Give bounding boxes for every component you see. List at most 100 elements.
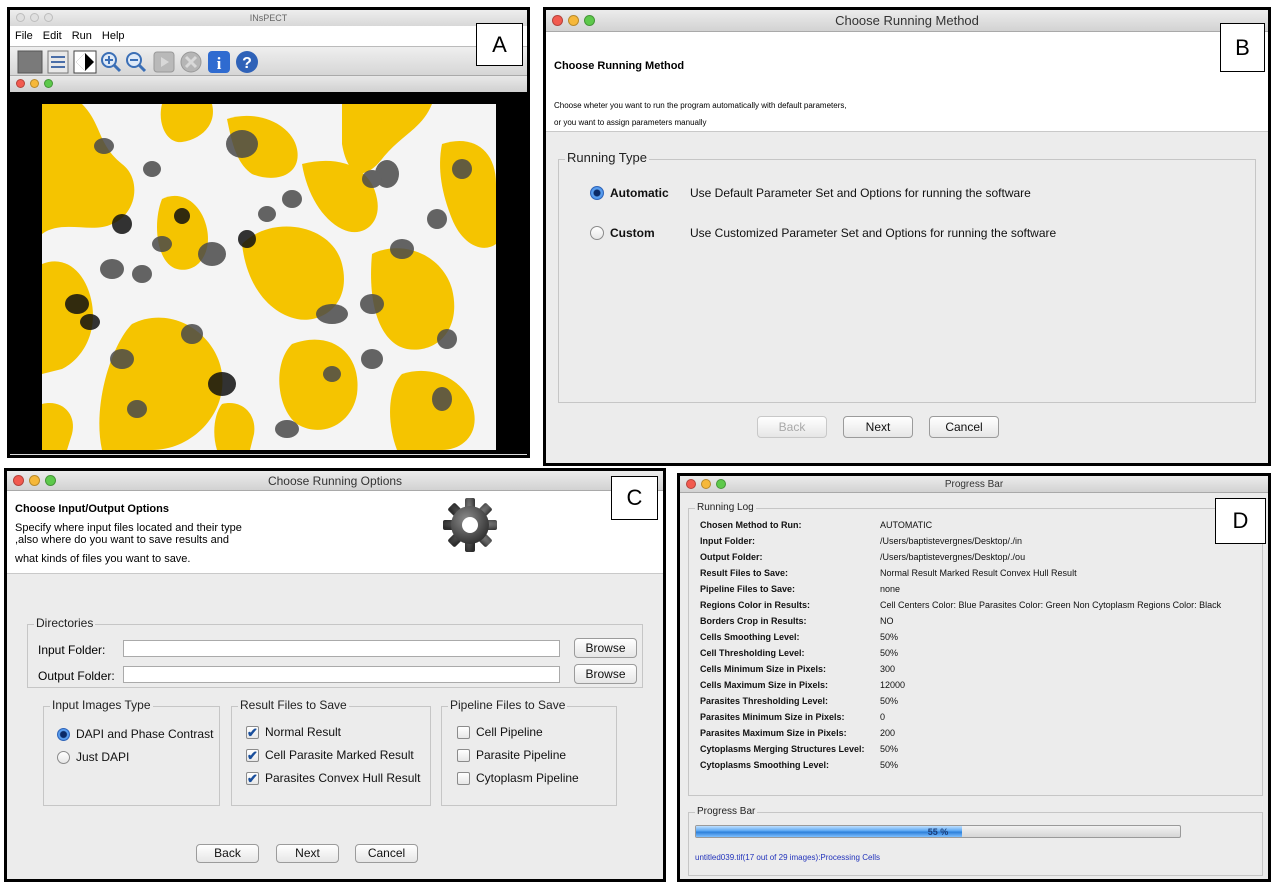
group-title: Running Log (695, 502, 756, 513)
next-button[interactable]: Next (843, 416, 913, 438)
option-cell-pipeline[interactable]: Cell Pipeline (457, 725, 543, 739)
input-browse-button[interactable]: Browse (574, 638, 637, 658)
panel-letter: D (1215, 498, 1266, 544)
output-browse-button[interactable]: Browse (574, 664, 637, 684)
minimize-light-icon[interactable] (30, 79, 39, 88)
window-title: INsPECT (249, 13, 288, 23)
checkbox-normal-result[interactable]: ✔ (246, 725, 259, 739)
zoom-light-icon[interactable] (44, 79, 53, 88)
zoom-light-icon[interactable] (716, 479, 726, 489)
menu-help[interactable]: Help (102, 26, 125, 46)
option-label: DAPI and Phase Contrast (76, 727, 214, 741)
option-cytoplasm-pipeline[interactable]: Cytoplasm Pipeline (457, 771, 579, 785)
stop-icon[interactable] (180, 51, 202, 73)
header-area: Choose Input/Output Options Specify wher… (7, 491, 663, 574)
menu-edit[interactable]: Edit (43, 26, 62, 46)
option-label: Custom (610, 226, 655, 240)
minimize-light-icon[interactable] (568, 15, 579, 26)
description-line-1: Choose wheter you want to run the progra… (554, 101, 847, 110)
option-description: Use Default Parameter Set and Options fo… (690, 186, 1031, 200)
option-normal-result[interactable]: ✔ Normal Result (246, 725, 341, 739)
back-button[interactable]: Back (757, 416, 827, 438)
checkbox-cell-pipeline[interactable] (457, 725, 470, 739)
group-title: Running Type (565, 150, 649, 165)
close-light-icon[interactable] (552, 15, 563, 26)
inspect-titlebar: INsPECT (10, 10, 527, 26)
window-title: Choose Running Options (267, 474, 403, 488)
option-automatic[interactable]: Automatic Use Default Parameter Set and … (590, 186, 1031, 200)
minimize-light-icon[interactable] (701, 479, 711, 489)
progress-bar: 55 % (695, 825, 1181, 838)
progress-status: untitled039.tif(17 out of 29 images):Pro… (695, 853, 880, 862)
svg-text:i: i (217, 54, 222, 73)
panel-letter: B (1220, 23, 1265, 72)
description-line-2: or you want to assign parameters manuall… (554, 118, 707, 127)
group-title: Pipeline Files to Save (448, 698, 568, 712)
contrast-icon[interactable] (73, 50, 97, 74)
next-button[interactable]: Next (276, 844, 339, 863)
minimize-light-icon[interactable] (29, 475, 40, 486)
window-title: Choose Running Method (835, 13, 979, 28)
run-icon[interactable] (153, 51, 175, 73)
close-light-icon[interactable] (16, 79, 25, 88)
toolbar-icons: i ? (17, 50, 258, 74)
checkbox-marked-result[interactable]: ✔ (246, 748, 259, 762)
cancel-button[interactable]: Cancel (929, 416, 999, 438)
window-titlebar: Progress Bar (680, 476, 1268, 493)
microscopy-image (42, 104, 496, 450)
checkbox-cytoplasm-pipeline[interactable] (457, 771, 470, 785)
option-label: Normal Result (265, 725, 342, 739)
close-light-icon[interactable] (16, 13, 25, 22)
menu-run[interactable]: Run (72, 26, 92, 46)
output-folder-field[interactable] (123, 666, 560, 683)
zoom-light-icon[interactable] (45, 475, 56, 486)
radio-custom[interactable] (590, 226, 604, 240)
panel-b: Choose Running Method Choose Running Met… (543, 7, 1271, 466)
panel-letter: A (476, 23, 523, 66)
cancel-button[interactable]: Cancel (355, 844, 418, 863)
list-icon[interactable] (47, 50, 69, 74)
radio-just-dapi[interactable] (57, 750, 70, 764)
zoom-in-icon[interactable] (101, 52, 122, 73)
zoom-light-icon[interactable] (584, 15, 595, 26)
group-title: Input Images Type (50, 698, 153, 712)
option-label: Cell Parasite Marked Result (265, 748, 414, 762)
group-title: Result Files to Save (238, 698, 349, 712)
running-log: Chosen Method to Run: AUTOMATIC Input Fol… (700, 520, 1222, 770)
input-folder-field[interactable] (123, 640, 560, 657)
option-parasite-pipeline[interactable]: Parasite Pipeline (457, 748, 566, 762)
help-icon[interactable]: ? (236, 51, 258, 73)
radio-dapi-phase[interactable] (57, 727, 70, 741)
panel-letter: C (611, 476, 658, 520)
input-folder-label: Input Folder: (38, 643, 106, 657)
panel-d: Progress Bar Running Log Chosen Method t… (677, 473, 1271, 882)
zoom-out-icon[interactable] (126, 52, 147, 73)
minimize-light-icon[interactable] (30, 13, 39, 22)
option-convex-hull-result[interactable]: ✔ Parasites Convex Hull Result (246, 771, 420, 785)
group-title: Progress Bar (695, 806, 758, 817)
info-icon[interactable]: i (208, 51, 230, 73)
zoom-light-icon[interactable] (44, 13, 53, 22)
page-heading: Choose Input/Output Options (15, 503, 169, 515)
gear-icon (443, 498, 497, 552)
checkbox-convex-hull-result[interactable]: ✔ (246, 771, 259, 785)
checkbox-parasite-pipeline[interactable] (457, 748, 470, 762)
option-custom[interactable]: Custom Use Customized Parameter Set and … (590, 226, 1056, 240)
back-button[interactable]: Back (196, 844, 259, 863)
option-just-dapi[interactable]: Just DAPI (57, 750, 129, 764)
close-light-icon[interactable] (686, 479, 696, 489)
close-light-icon[interactable] (13, 475, 24, 486)
toolbar: i ? (10, 46, 527, 76)
option-dapi-phase[interactable]: DAPI and Phase Contrast (57, 727, 213, 741)
image-window-titlebar (10, 76, 527, 92)
progress-group: Progress Bar (688, 806, 1263, 876)
window-title: Progress Bar (944, 479, 1004, 490)
page-heading: Choose Running Method (554, 60, 685, 72)
svg-text:?: ? (242, 55, 252, 72)
window-titlebar: Choose Running Method (546, 10, 1268, 32)
radio-automatic[interactable] (590, 186, 604, 200)
option-marked-result[interactable]: ✔ Cell Parasite Marked Result (246, 748, 414, 762)
open-icon[interactable] (17, 50, 43, 74)
menu-file[interactable]: File (15, 26, 33, 46)
progress-text: 55 % (927, 827, 949, 837)
